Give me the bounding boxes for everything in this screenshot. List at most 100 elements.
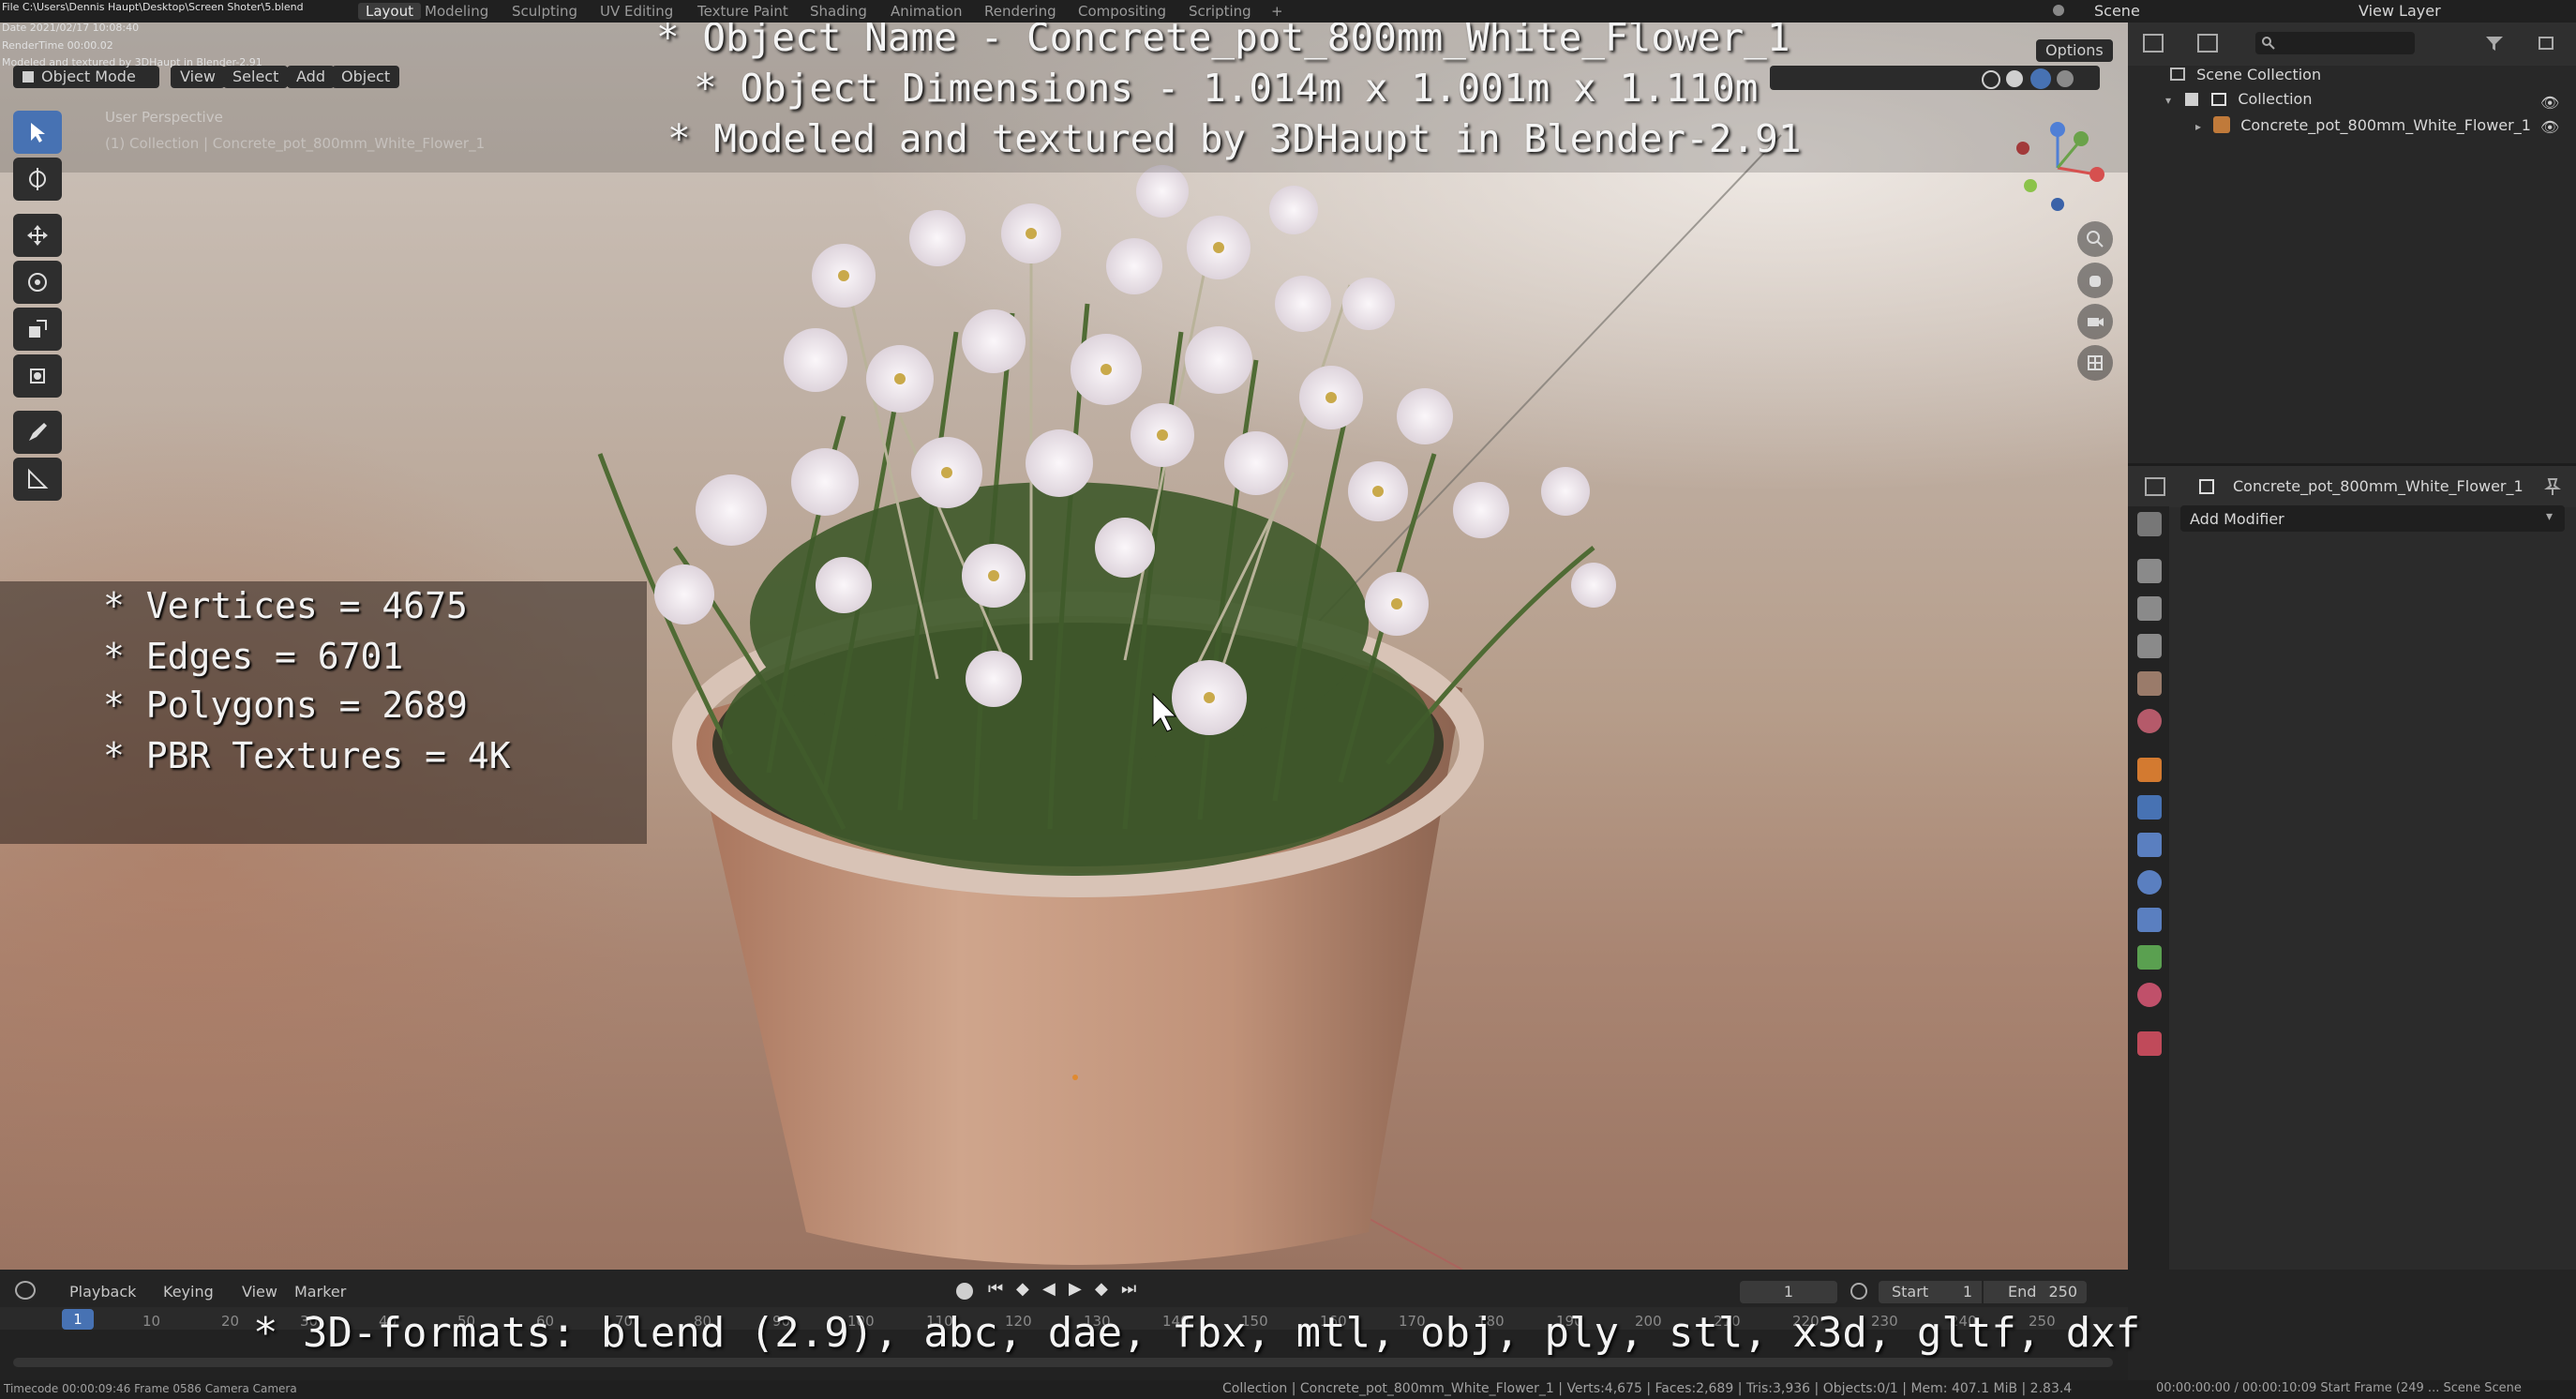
timeline-scrollbar[interactable]: [13, 1358, 2113, 1367]
annotate-tool[interactable]: [13, 411, 62, 454]
end-value: 250: [2048, 1283, 2077, 1301]
play-icon[interactable]: ▶: [1069, 1279, 1082, 1299]
select-box-tool[interactable]: [13, 111, 62, 154]
tab-animation[interactable]: Animation: [891, 3, 962, 20]
jump-end-icon[interactable]: ⏭: [1121, 1279, 1136, 1299]
particles-tab[interactable]: [2137, 833, 2162, 857]
prev-keyframe-icon[interactable]: ◆: [1016, 1279, 1029, 1299]
display-mode-icon[interactable]: [2197, 34, 2218, 53]
rotate-tool[interactable]: [13, 261, 62, 304]
add-modifier-label: Add Modifier: [2190, 510, 2284, 528]
overlay-formats: * 3D-formats: blend (2.9), abc, dae, fbx…: [253, 1309, 2141, 1357]
overlay-modeled-by: * Modeled and textured by 3DHaupt in Ble…: [667, 116, 1802, 161]
solid-shading-icon[interactable]: [2006, 70, 2023, 87]
menu-add[interactable]: Add: [287, 66, 335, 88]
outliner-row-object[interactable]: ▸ Concrete_pot_800mm_White_Flower_1 👁: [2195, 116, 2569, 143]
world-tab[interactable]: [2137, 709, 2162, 733]
camera-view-button[interactable]: [2077, 304, 2113, 339]
scale-tool[interactable]: [13, 308, 62, 351]
shading-toolbar[interactable]: [1770, 66, 2100, 90]
record-button[interactable]: [956, 1283, 973, 1300]
add-workspace-button[interactable]: +: [1271, 3, 1283, 20]
properties-editor-icon[interactable]: [2145, 477, 2165, 496]
properties-panel[interactable]: Concrete_pot_800mm_White_Flower_1 Add Mo…: [2128, 463, 2576, 1272]
outliner-panel[interactable]: Scene Collection ▾ Collection 👁 ▸ Concre…: [2128, 23, 2576, 463]
scene-tab[interactable]: [2137, 671, 2162, 696]
3d-viewport[interactable]: Object Mode View Select Add Object Optio…: [0, 23, 2128, 1270]
tab-uv-editing[interactable]: UV Editing: [600, 3, 673, 20]
start-label: Start: [1892, 1283, 1929, 1301]
menu-keying[interactable]: Keying: [163, 1283, 214, 1301]
wireframe-shading-icon[interactable]: [1982, 70, 2000, 89]
status-right-text: 00:00:00:00 / 00:00:10:09 Start Frame (2…: [2156, 1381, 2522, 1395]
object-tab[interactable]: [2137, 758, 2162, 782]
next-keyframe-icon[interactable]: ◆: [1095, 1279, 1108, 1299]
render-tab[interactable]: [2137, 559, 2162, 583]
menu-object[interactable]: Object: [332, 66, 400, 88]
tab-layout[interactable]: Layout: [358, 3, 421, 20]
physics-tab[interactable]: [2137, 870, 2162, 895]
menu-view[interactable]: View: [171, 66, 225, 88]
status-scene-stats: Collection | Concrete_pot_800mm_White_Fl…: [1222, 1381, 2073, 1396]
current-frame-field[interactable]: 1: [1740, 1281, 1837, 1303]
view-layer-tab[interactable]: [2137, 634, 2162, 658]
search-icon: [2262, 37, 2275, 50]
tab-compositing[interactable]: Compositing: [1078, 3, 1166, 20]
output-tab[interactable]: [2137, 596, 2162, 621]
tool-tab[interactable]: [2137, 512, 2162, 536]
start-frame-field[interactable]: Start 1: [1879, 1281, 1982, 1303]
outliner-row-scene-collection[interactable]: Scene Collection: [2169, 66, 2321, 83]
stat-polygons: * Polygons = 2689: [103, 684, 468, 726]
cursor-tool[interactable]: [13, 158, 62, 201]
jump-start-icon[interactable]: ⏮: [988, 1279, 1003, 1299]
view-layer-selector[interactable]: View Layer: [2359, 2, 2441, 20]
playhead[interactable]: 1: [62, 1309, 94, 1330]
object-mode-dropdown[interactable]: Object Mode: [13, 66, 159, 88]
outliner-editor-icon[interactable]: [2143, 34, 2164, 53]
expand-icon[interactable]: ▾: [2165, 94, 2171, 107]
data-tab[interactable]: [2137, 945, 2162, 970]
tab-modeling[interactable]: Modeling: [425, 3, 488, 20]
material-shading-icon[interactable]: [2030, 68, 2051, 89]
navigation-gizmo[interactable]: [2006, 116, 2109, 219]
move-arrows-icon: [27, 225, 48, 246]
pan-button[interactable]: [2077, 263, 2113, 298]
clock-icon[interactable]: [1850, 1283, 1867, 1300]
constraints-tab[interactable]: [2137, 908, 2162, 932]
rendered-shading-icon[interactable]: [2057, 70, 2074, 87]
expand-icon[interactable]: ▸: [2195, 120, 2201, 133]
tab-rendering[interactable]: Rendering: [984, 3, 1056, 20]
timeline-editor-icon[interactable]: [15, 1281, 36, 1300]
tab-shading[interactable]: Shading: [810, 3, 867, 20]
menu-select[interactable]: Select: [223, 66, 289, 88]
collection-checkbox[interactable]: [2185, 93, 2199, 106]
tab-texture-paint[interactable]: Texture Paint: [697, 3, 788, 20]
move-tool[interactable]: [13, 214, 62, 257]
end-frame-field[interactable]: End 250: [1984, 1281, 2087, 1303]
eye-icon[interactable]: 👁: [2540, 118, 2559, 136]
transform-tool[interactable]: [13, 354, 62, 398]
menu-timeline-view[interactable]: View: [242, 1283, 277, 1301]
eye-icon[interactable]: 👁: [2540, 94, 2559, 112]
orthographic-toggle-button[interactable]: [2077, 345, 2113, 381]
material-tab[interactable]: [2137, 983, 2162, 1007]
texture-tab[interactable]: [2137, 1031, 2162, 1056]
menu-marker[interactable]: Marker: [294, 1283, 346, 1301]
outliner-row-collection[interactable]: ▾ Collection 👁: [2165, 90, 2569, 114]
outliner-search-input[interactable]: [2255, 32, 2415, 54]
modifier-tab[interactable]: [2137, 795, 2162, 820]
zoom-button[interactable]: [2077, 221, 2113, 257]
menu-playback[interactable]: Playback: [69, 1283, 136, 1301]
measure-tool[interactable]: [13, 458, 62, 501]
tab-scripting[interactable]: Scripting: [1189, 3, 1251, 20]
rotate-icon: [28, 273, 47, 292]
add-modifier-dropdown[interactable]: Add Modifier ▾: [2180, 505, 2565, 532]
tab-sculpting[interactable]: Sculpting: [512, 3, 577, 20]
options-dropdown[interactable]: Options: [2036, 39, 2113, 62]
scene-selector[interactable]: Scene: [2094, 2, 2140, 20]
top-bar: File C:\Users\Dennis Haupt\Desktop\Scree…: [0, 0, 2576, 23]
play-reverse-icon[interactable]: ◀: [1042, 1279, 1056, 1299]
pencil-icon: [29, 423, 47, 441]
modeled-by-text: Modeled and textured by 3DHaupt in Blend…: [2, 56, 262, 68]
file-path-text: File C:\Users\Dennis Haupt\Desktop\Scree…: [2, 1, 304, 13]
